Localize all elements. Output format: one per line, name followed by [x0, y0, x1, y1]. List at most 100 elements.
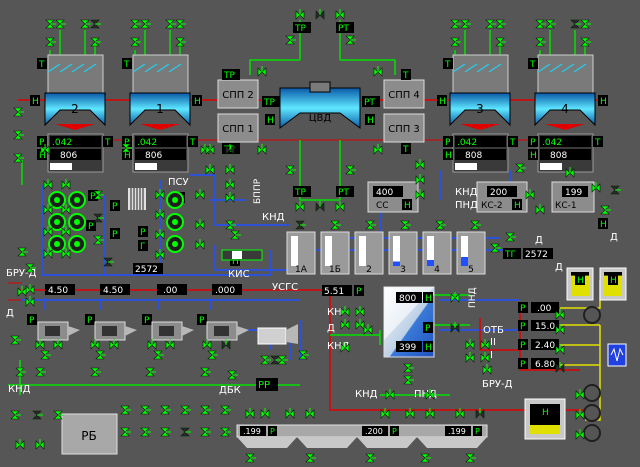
- valve-icon[interactable]: [340, 319, 350, 330]
- valve-icon[interactable]: [200, 405, 211, 415]
- valve-icon[interactable]: [225, 179, 235, 190]
- valve-icon[interactable]: [575, 389, 585, 400]
- valve-icon[interactable]: [260, 408, 270, 419]
- separator-spp-1[interactable]: СПП 1: [217, 113, 259, 143]
- valve-icon[interactable]: [180, 405, 191, 415]
- turbine-4[interactable]: 4 .042 808: [534, 54, 596, 173]
- valve-icon[interactable]: [220, 405, 231, 415]
- feed-pump-2[interactable]: [94, 321, 137, 341]
- valve-icon[interactable]: [570, 19, 581, 29]
- valve-icon[interactable]: [160, 427, 171, 437]
- tag-h[interactable]: Н: [192, 95, 202, 107]
- valve-icon[interactable]: [480, 352, 490, 363]
- tag-t[interactable]: Т: [401, 69, 411, 81]
- readout-cc[interactable]: 400 СС Н: [367, 181, 419, 213]
- ejector-icon[interactable]: [221, 249, 263, 261]
- tag-t[interactable]: Т: [122, 58, 132, 70]
- separator-spp-4[interactable]: СПП 4: [383, 79, 425, 109]
- valve-icon[interactable]: [403, 363, 414, 373]
- readout-deaerator-pressure[interactable]: 5.51 Р: [322, 285, 364, 297]
- pressure-readout-3[interactable]: Р 2.40: [518, 339, 559, 351]
- valve-icon[interactable]: [120, 405, 131, 415]
- valve-icon[interactable]: [335, 201, 345, 212]
- tag-rt[interactable]: РТ: [336, 22, 354, 34]
- tag-p[interactable]: Р: [110, 228, 120, 240]
- heater-1b[interactable]: 1Б: [320, 231, 350, 275]
- valve-icon[interactable]: [495, 37, 506, 47]
- valve-icon[interactable]: [315, 201, 325, 212]
- readout-ks1[interactable]: 199 КС-1: [551, 181, 595, 213]
- valve-icon[interactable]: [345, 35, 356, 45]
- tag-tr[interactable]: ТР: [262, 96, 280, 108]
- valve-icon[interactable]: [225, 164, 235, 175]
- valve-icon[interactable]: [260, 355, 271, 365]
- valve-icon[interactable]: [40, 350, 51, 360]
- feed-pump-3[interactable]: [151, 321, 194, 341]
- valve-icon[interactable]: [315, 9, 325, 20]
- heater-5[interactable]: 5: [456, 231, 486, 275]
- feed-pump-readout-2[interactable]: 4.50: [100, 284, 130, 296]
- valve-icon[interactable]: [61, 179, 71, 190]
- valve-icon[interactable]: [55, 19, 66, 29]
- valve-icon[interactable]: [295, 9, 305, 20]
- valve-icon[interactable]: [43, 179, 53, 190]
- tag-h[interactable]: Н: [437, 95, 447, 107]
- pump-icon[interactable]: [48, 191, 66, 209]
- tag-h[interactable]: Н: [443, 149, 453, 161]
- tag-tr[interactable]: ТР: [222, 69, 240, 81]
- valve-icon[interactable]: [610, 185, 621, 195]
- feed-pump-readout-1[interactable]: 4.50: [45, 284, 75, 296]
- valve-icon[interactable]: [470, 220, 481, 230]
- valve-icon[interactable]: [45, 19, 56, 29]
- valve-icon[interactable]: [460, 19, 471, 29]
- feed-pump-readout-3[interactable]: .00: [157, 284, 187, 296]
- valve-icon[interactable]: [420, 453, 431, 463]
- condensate-tank-2[interactable]: Н: [599, 267, 627, 301]
- valve-icon[interactable]: [385, 389, 395, 400]
- valve-icon[interactable]: [373, 66, 383, 77]
- valve-icon[interactable]: [140, 405, 151, 415]
- tag-h[interactable]: Н: [30, 95, 40, 107]
- valve-icon[interactable]: [227, 370, 238, 380]
- valve-icon[interactable]: [305, 408, 315, 419]
- feed-pump-readout-4[interactable]: .000: [212, 284, 242, 296]
- valve-icon[interactable]: [175, 37, 186, 47]
- valve-icon[interactable]: [335, 9, 345, 20]
- valve-icon[interactable]: [180, 427, 191, 437]
- valve-icon[interactable]: [245, 453, 256, 463]
- turbine-2[interactable]: 2 .042 806: [44, 54, 107, 173]
- tag-p[interactable]: Р: [110, 200, 120, 212]
- chemical-dosing-unit[interactable]: [607, 343, 627, 367]
- valve-icon[interactable]: [535, 37, 546, 47]
- bottom-readout-2[interactable]: .200 Р: [362, 426, 399, 436]
- valve-icon[interactable]: [32, 410, 43, 420]
- valve-icon[interactable]: [195, 239, 205, 250]
- tag-h[interactable]: Н: [528, 149, 538, 161]
- valve-icon[interactable]: [205, 164, 215, 175]
- valve-icon[interactable]: [363, 324, 373, 335]
- pressure-readout-1[interactable]: Р .00: [518, 302, 559, 314]
- valve-icon[interactable]: [355, 319, 365, 330]
- valve-icon[interactable]: [545, 19, 556, 29]
- valve-icon[interactable]: [200, 367, 211, 377]
- valve-icon[interactable]: [245, 408, 255, 419]
- valve-icon[interactable]: [195, 219, 205, 230]
- tag-t[interactable]: Т: [443, 58, 453, 70]
- reserve-tank[interactable]: Н: [524, 398, 566, 440]
- valve-icon[interactable]: [207, 350, 218, 360]
- tag-p[interactable]: Р: [142, 314, 152, 326]
- heater-2[interactable]: 2: [354, 231, 384, 275]
- tag-rt[interactable]: РТ: [336, 186, 354, 198]
- valve-icon[interactable]: [415, 174, 425, 185]
- turbine-1[interactable]: 1 .042 806: [129, 54, 191, 173]
- tag-p[interactable]: Р: [528, 136, 538, 148]
- valve-icon[interactable]: [140, 19, 151, 29]
- valve-icon[interactable]: [220, 427, 231, 437]
- valve-icon[interactable]: [10, 410, 21, 420]
- valve-icon[interactable]: [200, 427, 211, 437]
- valve-icon[interactable]: [10, 335, 21, 345]
- tag-t[interactable]: Т: [188, 136, 198, 148]
- tag-p[interactable]: Р: [197, 314, 207, 326]
- tag-t[interactable]: Т: [37, 58, 47, 70]
- valve-icon[interactable]: [153, 350, 164, 360]
